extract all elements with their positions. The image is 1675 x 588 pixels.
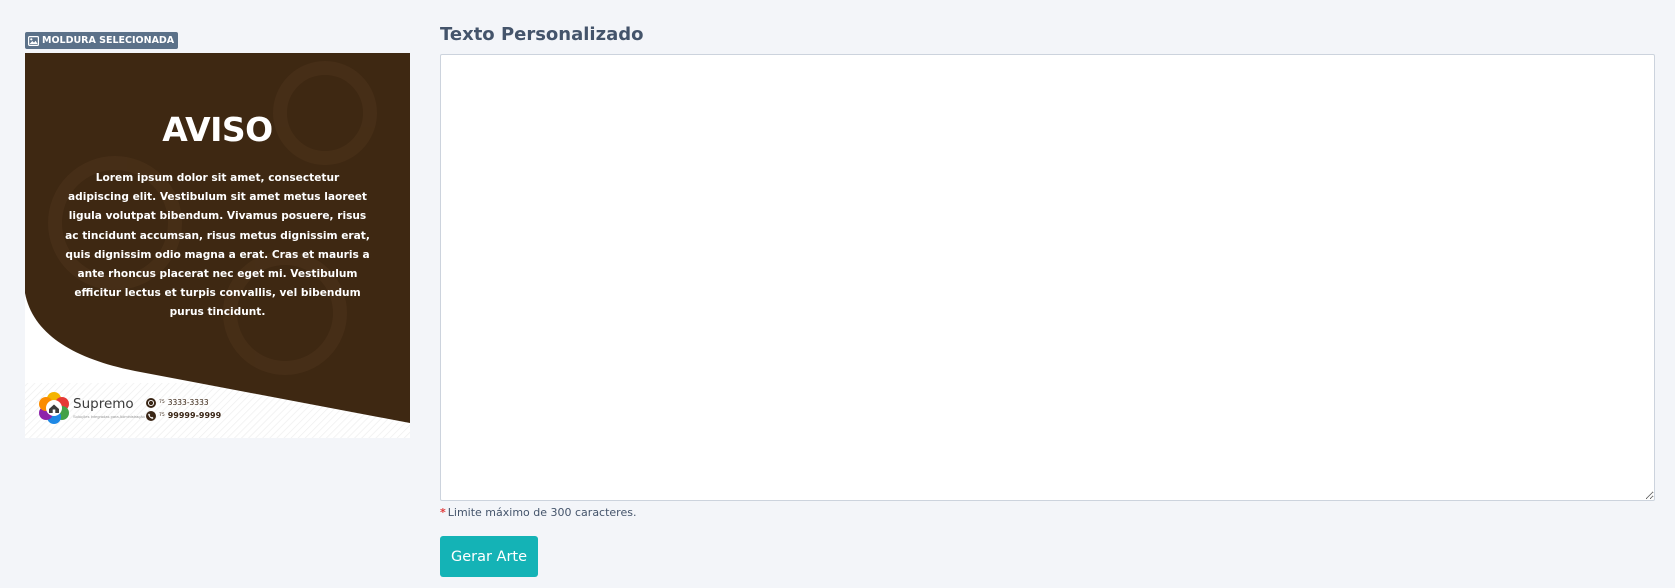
preview-body: Lorem ipsum dolor sit amet, consectetur … xyxy=(65,172,370,319)
page: MOLDURA SELECIONADA AVISO Lorem ipsum do… xyxy=(0,0,1675,588)
character-limit-hint: * Limite máximo de 300 caracteres. xyxy=(440,506,636,519)
brand-tagline: Soluções Integradas para Administração xyxy=(73,414,145,419)
brand-logo-icon xyxy=(39,392,69,424)
badge-label: MOLDURA SELECIONADA xyxy=(42,35,175,46)
phone-icon xyxy=(146,410,156,421)
brand-name: Supremo xyxy=(73,396,134,412)
contact-whatsapp: 75 3333-3333 xyxy=(146,396,221,409)
contact-ddd: 75 xyxy=(159,400,165,405)
contact-number: 3333-3333 xyxy=(167,398,209,407)
contact-phone: 75 99999-9999 xyxy=(146,409,221,422)
generate-art-button[interactable]: Gerar Arte xyxy=(440,536,538,577)
contact-number: 99999-9999 xyxy=(167,411,222,420)
contact-list: 75 3333-3333 75 99999-9999 xyxy=(146,396,221,422)
brand: Supremo Soluções Integradas para Adminis… xyxy=(38,392,145,424)
whatsapp-icon xyxy=(146,397,156,408)
selected-frame-badge: MOLDURA SELECIONADA xyxy=(25,32,179,49)
required-mark: * xyxy=(440,506,446,519)
frame-preview: AVISO Lorem ipsum dolor sit amet, consec… xyxy=(25,53,410,438)
hint-text: Limite máximo de 300 caracteres. xyxy=(447,506,637,519)
custom-text-input[interactable] xyxy=(440,54,1655,501)
custom-text-label: Texto Personalizado xyxy=(440,24,644,45)
contact-ddd: 75 xyxy=(159,413,165,418)
preview-title: AVISO xyxy=(162,110,273,149)
image-icon xyxy=(28,35,39,46)
